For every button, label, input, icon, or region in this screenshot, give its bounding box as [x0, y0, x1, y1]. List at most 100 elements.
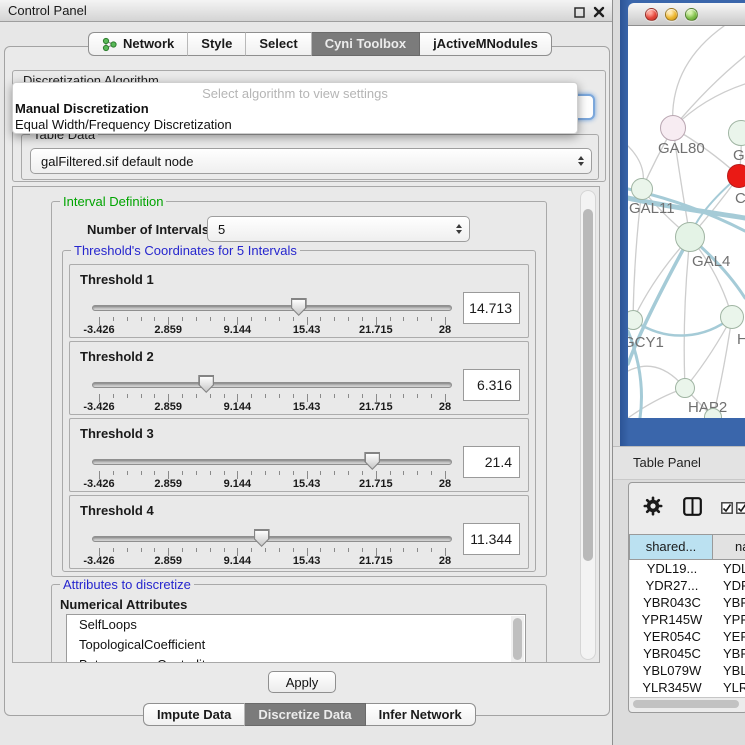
table-cell: YBL0 [714, 662, 745, 679]
table-panel-title: Table Panel [633, 447, 701, 479]
node-label: GCY1 [628, 334, 664, 351]
table-row[interactable]: YDL19...YDL1 [630, 560, 745, 577]
threshold-list: Threshold 1-3.4262.8599.14415.4321.71528… [69, 264, 535, 569]
table-row[interactable]: YBL079WYBL0 [630, 662, 745, 679]
table-row[interactable]: YDR27...YDR2 [630, 577, 745, 594]
tab-label: Network [123, 32, 174, 56]
table-cell: YBR0 [714, 645, 745, 662]
float-window-button[interactable] [572, 5, 586, 19]
network-node-gal80[interactable] [660, 115, 686, 141]
slider-tick-labels: -3.4262.8599.14415.4321.71528 [99, 401, 445, 413]
minimize-traffic-light-button[interactable] [665, 8, 678, 21]
tab-discretize-data[interactable]: Discretize Data [245, 703, 365, 726]
table-data-combobox[interactable]: galFiltered.sif default node [30, 148, 592, 174]
tab-style[interactable]: Style [188, 32, 246, 56]
table-row[interactable]: YER054CYER0 [630, 628, 745, 645]
attribute-item-topologicalcoefficient[interactable]: TopologicalCoefficient [67, 635, 525, 655]
algorithm-dropdown-popup: Select algorithm to view settings Manual… [12, 82, 578, 134]
split-columns-icon[interactable] [683, 497, 702, 521]
network-node-gal11[interactable] [631, 178, 653, 200]
threshold-2-panel: Threshold 2-3.4262.8599.14415.4321.71528… [69, 341, 529, 415]
group-title: Attributes to discretize [60, 577, 194, 592]
scrollbar-thumb[interactable] [513, 618, 522, 660]
num-intervals-label: Number of Intervals [87, 222, 209, 237]
tab-infer-network[interactable]: Infer Network [366, 703, 476, 726]
slider-thumb[interactable] [364, 452, 380, 470]
threshold-3-panel: Threshold 3-3.4262.8599.14415.4321.71528… [69, 418, 529, 492]
slider-track[interactable] [92, 536, 452, 542]
scrollbar-thumb[interactable] [633, 700, 739, 708]
table-cell: YLR3 [714, 679, 745, 696]
network-node-c[interactable] [727, 164, 745, 188]
dropdown-option-equal-width-frequency-discretization[interactable]: Equal Width/Frequency Discretization [13, 117, 577, 133]
attribute-item-selfloops[interactable]: SelfLoops [67, 615, 525, 635]
tab-label: Style [201, 32, 232, 56]
slider-thumb[interactable] [291, 298, 307, 316]
dropdown-option-manual-discretization[interactable]: Manual Discretization [13, 101, 577, 117]
table-browser-window: shared...na YDL19...YDL1YDR27...YDR2YBR0… [628, 482, 745, 713]
num-intervals-combobox[interactable]: 5 [207, 216, 470, 242]
tab-label: Impute Data [157, 703, 231, 726]
table-row[interactable]: YPR145WYPR1 [630, 611, 745, 628]
node-label: GAL80 [658, 140, 705, 157]
threshold-value-field[interactable]: 21.4 [463, 446, 520, 478]
settings-scroll-area: Interval Definition Number of Intervals … [12, 186, 600, 663]
threshold-1-panel: Threshold 1-3.4262.8599.14415.4321.71528… [69, 264, 529, 338]
node-label: C [735, 190, 745, 207]
network-window-titlebar [628, 3, 745, 26]
table-rows: YDL19...YDL1YDR27...YDR2YBR043CYBR0YPR14… [630, 560, 745, 697]
slider-track[interactable] [92, 305, 452, 311]
control-panel-window: Control Panel NetworkStyleSelectCyni Too… [0, 0, 613, 745]
table-horizontal-scrollbar[interactable] [630, 697, 745, 709]
table-row[interactable]: YBR043CYBR0 [630, 594, 745, 611]
slider-thumb[interactable] [198, 375, 214, 393]
close-traffic-light-button[interactable] [645, 8, 658, 21]
table-data-value: galFiltered.sif default node [41, 154, 193, 169]
slider-track[interactable] [92, 459, 452, 465]
settings-gear-icon[interactable] [643, 496, 663, 521]
tab-cyni-toolbox[interactable]: Cyni Toolbox [312, 32, 420, 56]
scrollbar-thumb[interactable] [583, 209, 593, 561]
threshold-value-field[interactable]: 14.713 [463, 292, 520, 324]
tab-select[interactable]: Select [246, 32, 311, 56]
threshold-value-field[interactable]: 6.316 [463, 369, 520, 401]
threshold-label: Threshold 4 [80, 503, 154, 518]
apply-button[interactable]: Apply [268, 671, 336, 693]
table-cell: YBR0 [714, 594, 745, 611]
numerical-attributes-list[interactable]: SelfLoopsTopologicalCoefficientBetweenne… [66, 614, 526, 663]
table-toolbar [629, 483, 745, 533]
table-header-cell-na[interactable]: na [713, 534, 745, 560]
network-icon [102, 37, 117, 52]
interval-definition-group: Interval Definition Number of Intervals … [51, 201, 547, 577]
tab-network[interactable]: Network [88, 32, 188, 56]
select-columns-checkbox-icon[interactable] [721, 501, 733, 519]
table-row[interactable]: YBR045CYBR0 [630, 645, 745, 662]
select-all-checkbox-icon[interactable] [736, 501, 745, 519]
attributes-group: Attributes to discretize Numerical Attri… [51, 584, 547, 663]
slider-ticks [99, 315, 445, 324]
network-node-h[interactable] [720, 305, 744, 329]
attribute-item-betweennesscentrality[interactable]: BetweennessCentrality [67, 655, 525, 663]
node-label: H [737, 331, 745, 348]
settings-scrollbar[interactable] [580, 190, 596, 660]
tab-jactivemnodules[interactable]: jActiveMNodules [420, 32, 552, 56]
table-row[interactable]: YLR345WYLR3 [630, 679, 745, 696]
combo-stepper-icon [456, 224, 462, 234]
slider-thumb[interactable] [254, 529, 270, 547]
table-header-cell-shared[interactable]: shared... [629, 534, 713, 560]
node-label: GAL [733, 147, 745, 164]
table-cell: YLR345W [630, 679, 714, 696]
node-label: GAL11 [629, 200, 675, 217]
tab-impute-data[interactable]: Impute Data [143, 703, 245, 726]
network-canvas[interactable]: GAL80GALCGAL11GAL4GCY1HHAP2 [628, 26, 745, 418]
attributes-scrollbar[interactable] [511, 616, 524, 662]
close-window-button[interactable] [592, 5, 606, 19]
slider-track[interactable] [92, 382, 452, 388]
network-node-hap2[interactable] [675, 378, 695, 398]
network-node-gal4[interactable] [675, 222, 705, 252]
table-cell: YBL079W [630, 662, 714, 679]
zoom-traffic-light-button[interactable] [685, 8, 698, 21]
threshold-value-field[interactable]: 11.344 [463, 523, 520, 555]
num-intervals-value: 5 [218, 222, 225, 237]
table-cell: YPR1 [714, 611, 745, 628]
